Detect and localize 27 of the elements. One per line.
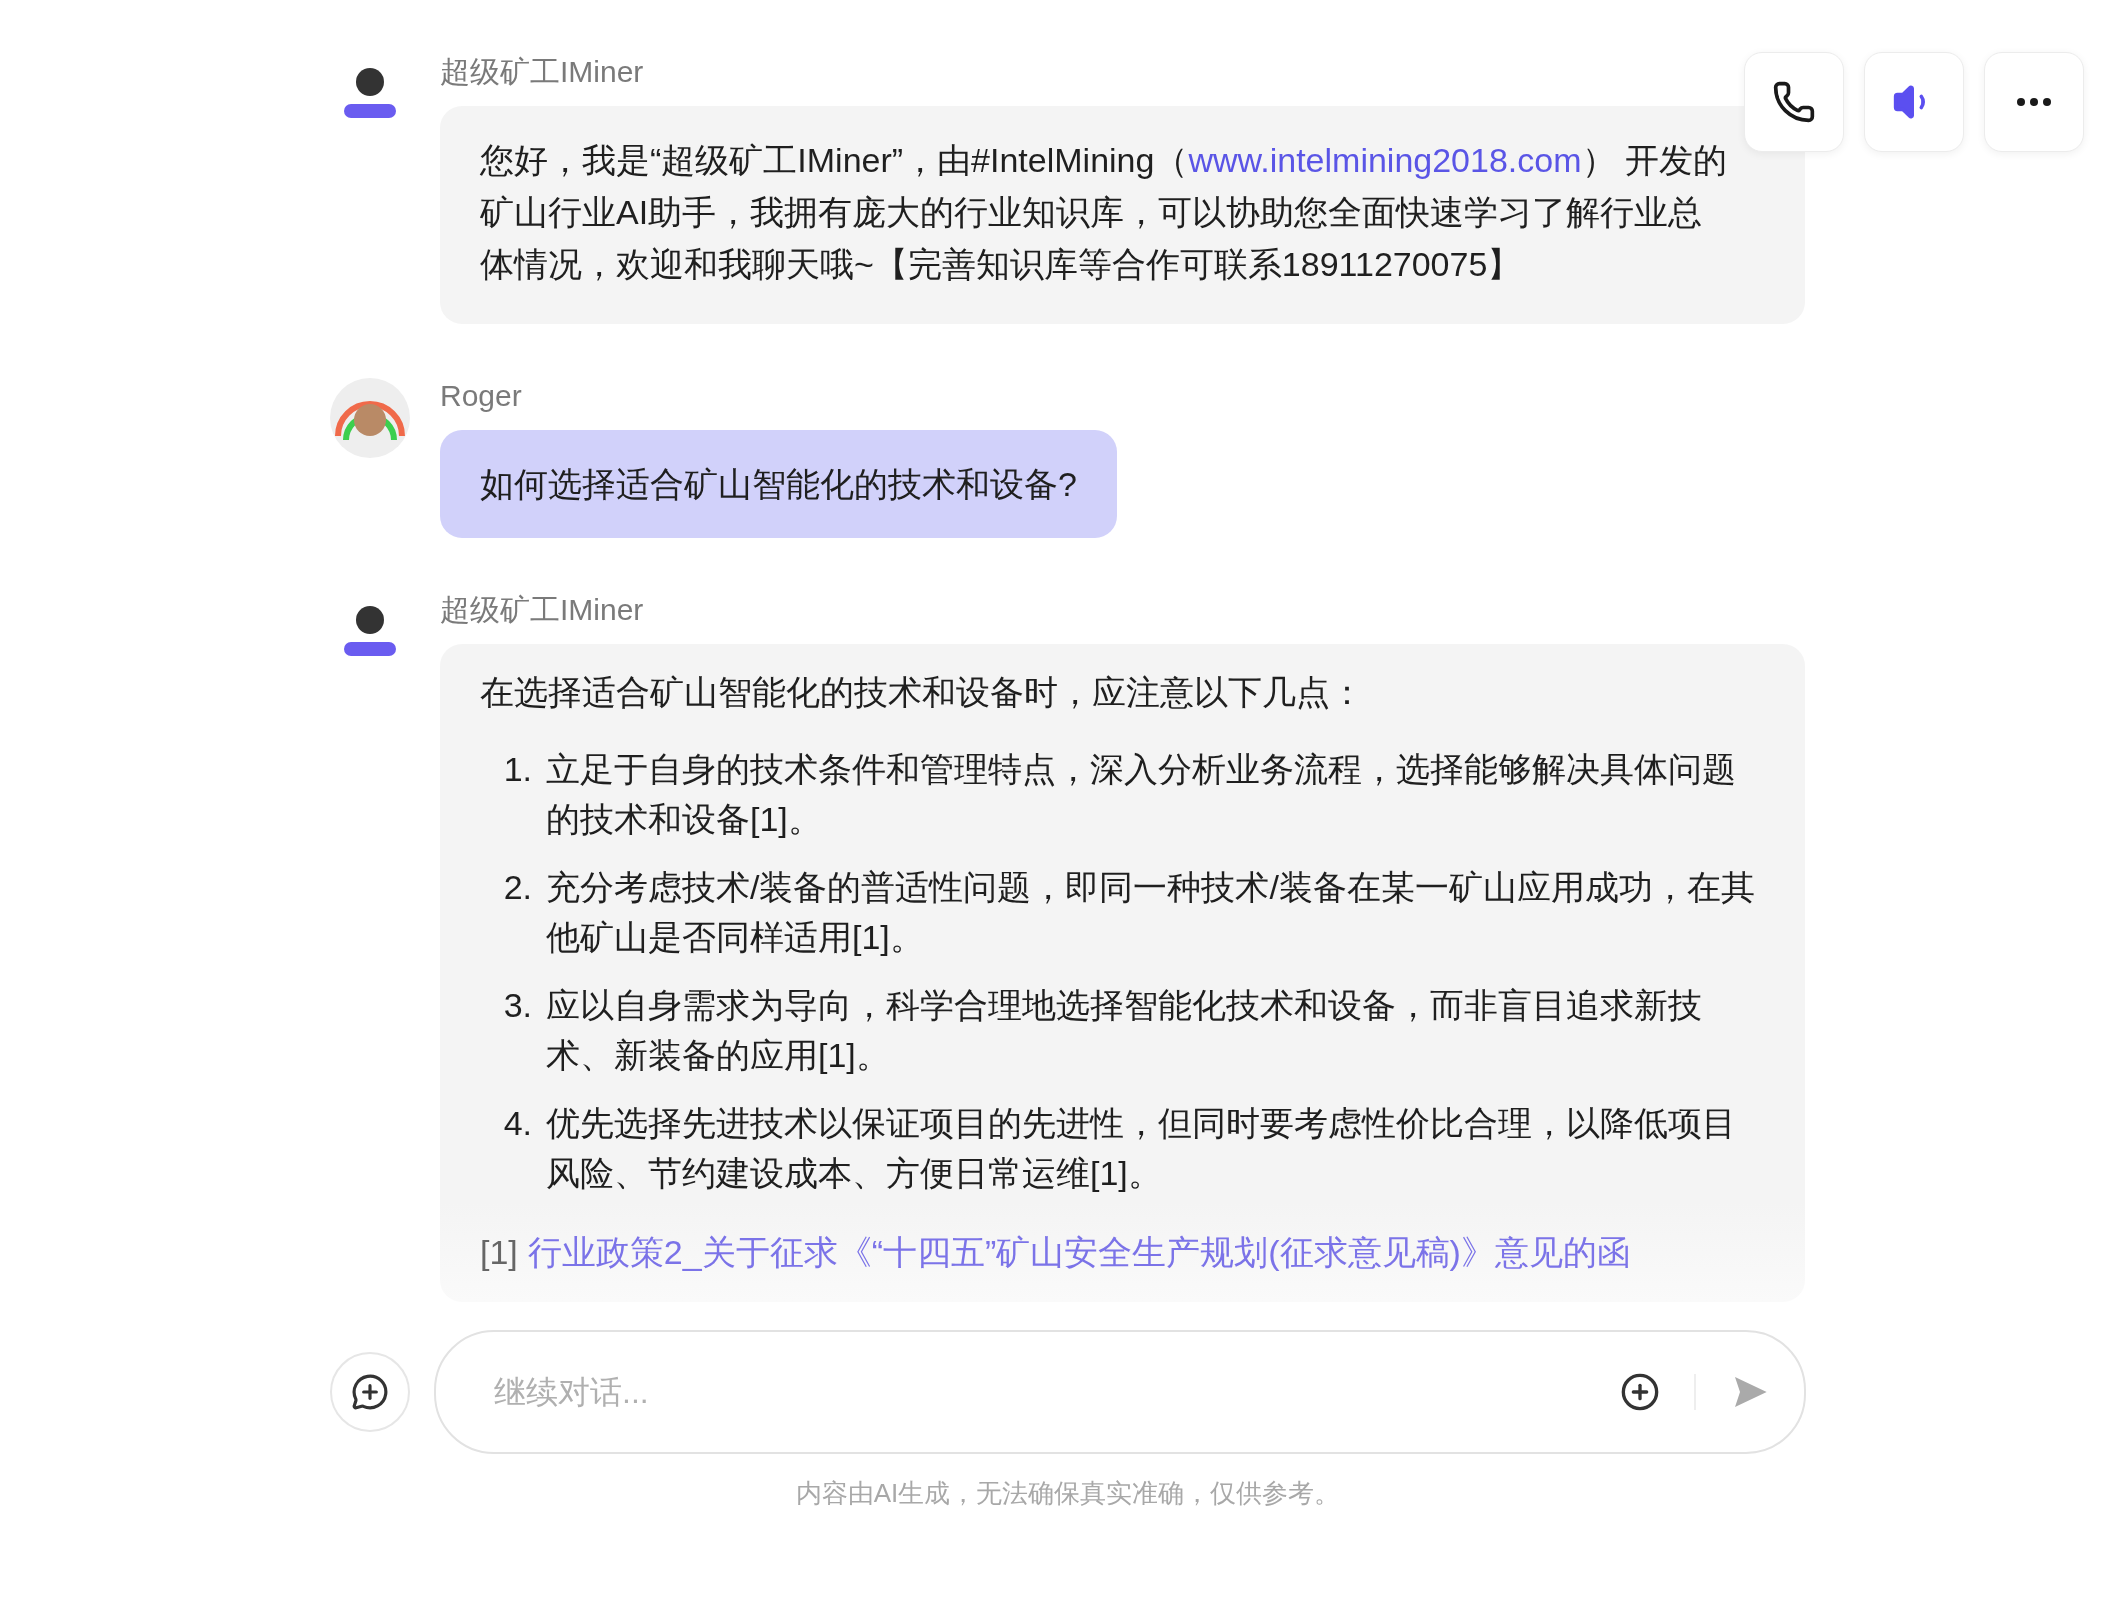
call-button[interactable] [1744,52,1844,152]
sender-name: 超级矿工IMiner [440,592,644,628]
more-icon [2017,98,2051,106]
list-number: 3. [502,985,533,1026]
website-link[interactable]: www.intelmining2018.com [1188,141,1582,179]
list-item-text: 充分考虑技术/装备的普适性问题，即同一种技术/装备在某一矿山应用成功，在其他矿山是否同样适用[1]。 [546,867,1756,958]
message-input[interactable]: 继续对话... [492,1372,1586,1412]
list-number: 4. [502,1103,533,1144]
list-number: 2. [502,867,533,908]
disclaimer-text: 内容由AI生成，无法确保真实准确，仅供参考。 [794,1477,1342,1510]
list-item-text: 应以自身需求为导向，科学合理地选择智能化技术和设备，而非盲目追求新技术、新装备的应用[1]。 [546,985,1703,1076]
answer-intro: 在选择适合矿山智能化的技术和设备时，应注意以下几点： [480,672,1365,713]
list-item-text: 优先选择先进技术以保证项目的先进性，但同时要考虑性价比合理，以降低项目风险、节约建设成本、方便日常运维[1]。 [546,1103,1737,1194]
message-bubble: 您好，我是“超级矿工IMiner”，由#IntelMining（www.intelmining2018.com） 开发的矿山行业AI助手，我拥有庞大的行业知识库，可以协助您全面快速学习了解行业总体情况，欢迎和我聊天哦~【完善知识库等合作可联系18911270075】 [440,106,1805,324]
phone-icon [1772,80,1816,124]
message-field[interactable]: 继续对话... [434,1330,1806,1454]
user-avatar-icon [330,378,410,458]
list-number: 1. [502,749,533,790]
speaker-button[interactable] [1864,52,1964,152]
sender-name: 超级矿工IMiner [440,54,644,90]
new-chat-icon [351,1373,389,1411]
reference-marker: [1] [480,1232,518,1273]
add-icon[interactable] [1620,1372,1660,1412]
reference-link[interactable]: 行业政策2_关于征求《“十四五”矿山安全生产规划(征求意见稿)》意见的函 [527,1226,1631,1278]
list-item-text: 立足于自身的技术条件和管理特点，深入分析业务流程，选择能够解决具体问题的技术和设备[1]。 [546,749,1737,840]
sender-name: Roger [440,378,522,414]
message-bubble: 如何选择适合矿山智能化的技术和设备? [440,430,1117,538]
